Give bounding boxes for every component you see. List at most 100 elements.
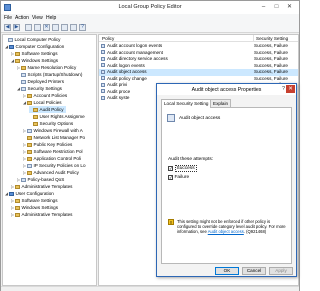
up-folder-icon[interactable] [25, 24, 32, 31]
tree-item-admin-templates-computer[interactable]: ▷ Administrative Templates [11, 183, 72, 190]
tab-local-security-setting[interactable]: Local Security Setting [161, 99, 212, 108]
back-icon[interactable]: ◀ [4, 24, 11, 31]
folder-icon [27, 170, 32, 175]
tree-item-security-options[interactable]: Security Options [29, 120, 73, 127]
folder-icon [33, 121, 38, 126]
tree-item-ip-security-policies[interactable]: ▷ IP Security Policies on Lo [23, 162, 86, 169]
scripts-icon [21, 72, 26, 77]
tree-item-application-control[interactable]: ▷ Application Control Poli [23, 155, 81, 162]
tree-item-windows-settings[interactable]: ◢ Windows Settings [11, 57, 58, 64]
warning-icon: ! [168, 219, 174, 225]
folder-icon [27, 100, 32, 105]
properties-icon[interactable] [52, 24, 59, 31]
tree-item-local-computer-policy[interactable]: Local Computer Policy [4, 36, 60, 43]
folder-icon [15, 198, 20, 203]
policy-icon [101, 95, 105, 100]
menu-file[interactable]: File [4, 15, 12, 21]
ip-security-icon [27, 163, 32, 168]
minimize-icon[interactable]: – [259, 3, 268, 11]
export-list-icon[interactable] [70, 24, 77, 31]
policy-icon [101, 50, 105, 54]
delete-icon[interactable]: ✕ [43, 24, 50, 31]
folder-icon [33, 114, 38, 119]
forward-icon[interactable]: ▶ [13, 24, 20, 31]
help-icon[interactable]: ? [79, 24, 86, 31]
success-checkbox[interactable]: ✓ Success [168, 165, 197, 173]
column-header-policy[interactable]: Policy [99, 35, 254, 42]
checkbox-success-box[interactable]: ✓ [168, 166, 173, 171]
dialog-title: Audit object access Properties [191, 87, 262, 93]
warning-text: This setting might not be enforced if ot… [177, 219, 286, 235]
policy-icon [167, 114, 175, 122]
folder-icon [15, 184, 20, 189]
policy-icon [101, 82, 105, 87]
tree-item-public-key-policies[interactable]: ▷ Public Key Policies [23, 141, 72, 148]
audit-attempts-label: Audit these attempts: [168, 157, 214, 162]
tree-item-user-windows-settings[interactable]: ▷ Windows Settings [11, 204, 58, 211]
column-header-setting[interactable]: Security Setting [254, 35, 298, 42]
user-icon [9, 191, 14, 196]
cancel-button[interactable]: Cancel [242, 267, 266, 275]
folder-icon [27, 156, 32, 161]
menu-bar: File Action View Help [1, 14, 299, 22]
policy-icon [101, 56, 105, 61]
maximize-icon[interactable]: □ [272, 3, 281, 11]
close-icon[interactable]: ✕ [286, 85, 295, 93]
refresh-icon[interactable] [61, 24, 68, 31]
help-icon[interactable]: ? [282, 86, 285, 92]
folder-icon [15, 51, 20, 56]
tree-item-software-settings[interactable]: ▷ Software Settings [11, 50, 58, 57]
toolbar: ◀ ▶ ✕ ? [1, 22, 299, 33]
folder-icon [27, 142, 32, 147]
tab-panel: Audit object access Audit these attempts… [161, 107, 292, 264]
console-tree[interactable]: Local Computer Policy ◢ Computer Configur… [2, 34, 97, 286]
tree-item-audit-policy[interactable]: Audit Policy [29, 106, 66, 113]
tree-item-policy-based-qos[interactable]: ▷ Policy-based QoS [17, 176, 64, 183]
menu-view[interactable]: View [32, 15, 43, 21]
tree-item-software-restriction[interactable]: ▷ Software Restriction Pol [23, 148, 83, 155]
menu-help[interactable]: Help [46, 15, 56, 21]
failure-label: Failure [174, 175, 190, 181]
policy-icon [101, 69, 105, 74]
tree-item-user-software-settings[interactable]: ▷ Software Settings [11, 197, 58, 204]
tree-item-computer-configuration[interactable]: ◢ Computer Configuration [5, 43, 64, 50]
tree-item-network-list-manager[interactable]: Network List Manager Po [23, 134, 85, 141]
tree-item-advanced-audit-policy[interactable]: ▷ Advanced Audit Policy [23, 169, 79, 176]
close-icon[interactable]: ✕ [285, 3, 294, 11]
properties-dialog: Audit object access Properties ? ✕ Local… [156, 83, 297, 277]
policy-icon [101, 43, 105, 48]
show-hide-tree-icon[interactable] [34, 24, 41, 31]
tree-item-user-rights-assignment[interactable]: User Rights Assignme [29, 113, 85, 120]
failure-checkbox[interactable]: ✓ Failure [168, 175, 189, 181]
security-icon [21, 86, 26, 91]
folder-icon [15, 212, 20, 217]
policy-icon [101, 76, 105, 80]
ok-button[interactable]: OK [215, 267, 239, 275]
checkbox-failure-box[interactable]: ✓ [168, 175, 173, 180]
tree-item-local-policies[interactable]: ◢ Local Policies [23, 99, 62, 106]
tree-item-account-policies[interactable]: ▷ Account Policies [23, 92, 67, 99]
window-title: Local Group Policy Editor [118, 4, 182, 10]
tree-item-user-admin-templates[interactable]: ▷ Administrative Templates [11, 211, 72, 218]
title-bar[interactable]: Local Group Policy Editor – □ ✕ [1, 1, 299, 14]
folder-icon [15, 205, 20, 210]
tree-item-scripts[interactable]: Scripts (Startup/Shutdown) [17, 71, 82, 78]
tree-item-deployed-printers[interactable]: Deployed Printers [17, 78, 64, 85]
tab-explain[interactable]: Explain [210, 99, 232, 107]
apply-button[interactable]: Apply [269, 267, 293, 275]
firewall-icon [27, 128, 32, 133]
policy-name: Audit object access [179, 116, 221, 121]
folder-icon [15, 58, 20, 63]
tree-item-security-settings[interactable]: ◢ Security Settings [17, 85, 62, 92]
success-label: Success [174, 165, 197, 173]
audit-object-access-link[interactable]: Audit object access [208, 229, 244, 234]
tree-item-user-configuration[interactable]: ◢ User Configuration [5, 190, 54, 197]
dialog-title-bar[interactable]: Audit object access Properties ? ✕ [157, 84, 296, 95]
folder-icon [27, 135, 32, 140]
qos-icon [21, 177, 26, 182]
computer-icon [9, 44, 14, 49]
computer-policy-icon [8, 37, 13, 42]
menu-action[interactable]: Action [15, 15, 29, 21]
tree-item-windows-firewall[interactable]: ▷ Windows Firewall with A [23, 127, 83, 134]
tree-item-name-resolution-policy[interactable]: ▷ Name Resolution Policy [17, 64, 76, 71]
